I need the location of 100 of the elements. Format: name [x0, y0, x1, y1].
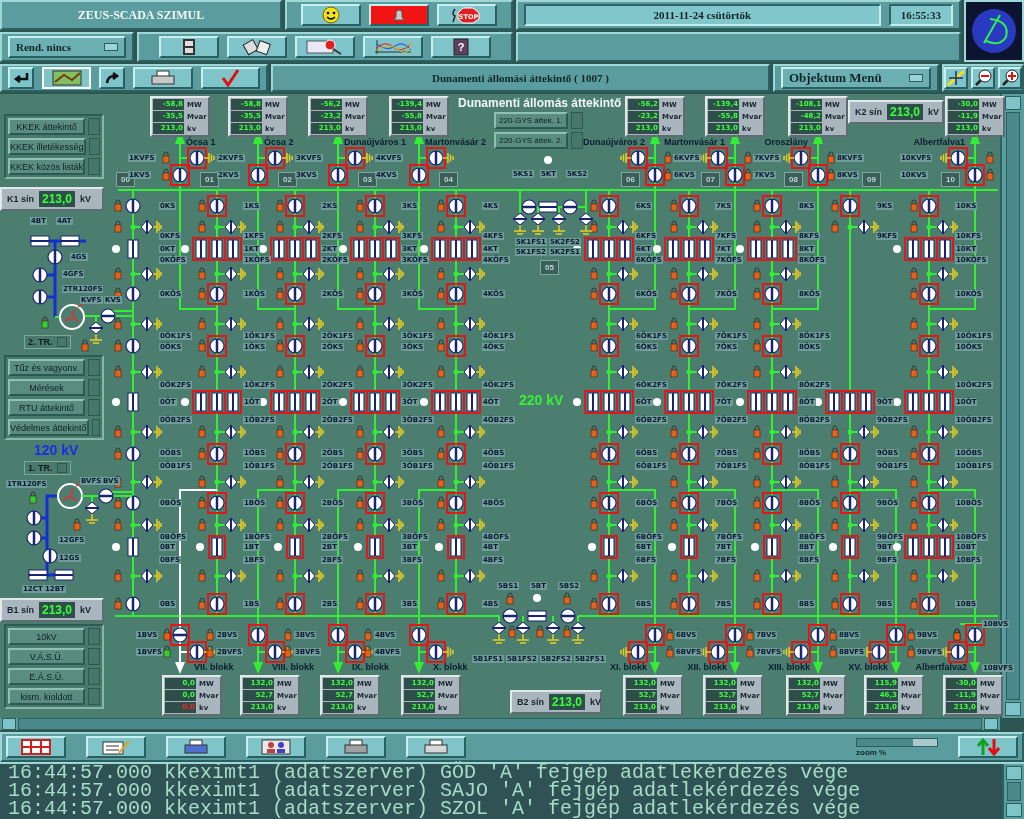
earth-switch[interactable] — [686, 568, 718, 584]
earth-switch[interactable] — [453, 364, 485, 380]
disconnector-switch[interactable] — [446, 335, 466, 357]
earth-switch[interactable] — [130, 474, 162, 490]
disconnector-switch[interactable] — [285, 443, 305, 465]
circuit-breaker[interactable] — [286, 535, 304, 559]
disconnector-switch[interactable] — [840, 443, 860, 465]
disconnector-switch[interactable] — [187, 147, 207, 169]
disconnector-switch[interactable] — [125, 198, 141, 214]
circuit-breaker[interactable] — [192, 390, 242, 414]
disconnector-switch[interactable] — [285, 492, 305, 514]
disconnector-switch[interactable] — [207, 492, 227, 514]
menu-button[interactable]: KKEK illetékesség — [8, 138, 86, 155]
earth-switch[interactable] — [372, 316, 404, 332]
earth-switch[interactable] — [686, 219, 718, 235]
cabinet-icon[interactable] — [159, 36, 219, 58]
disconnector-switch[interactable] — [919, 443, 939, 465]
disconnector-switch[interactable] — [599, 283, 619, 305]
earth-switch[interactable] — [372, 568, 404, 584]
disconnector-switch[interactable] — [599, 195, 619, 217]
circuit-breaker[interactable] — [527, 610, 547, 622]
link-button[interactable]: 220-GYS áttek. 1. — [494, 112, 568, 129]
circuit-breaker[interactable] — [447, 535, 465, 559]
earth-switch[interactable] — [214, 364, 246, 380]
disconnector-switch[interactable] — [125, 596, 141, 612]
disconnector-switch[interactable] — [285, 335, 305, 357]
disconnector-switch[interactable] — [207, 443, 227, 465]
disconnector-switch[interactable] — [32, 289, 48, 305]
disconnector-switch[interactable] — [708, 147, 728, 169]
transformer-symbol[interactable] — [57, 481, 83, 509]
disconnector-switch[interactable] — [446, 443, 466, 465]
earth-switch[interactable] — [453, 316, 485, 332]
disconnector-switch[interactable] — [446, 492, 466, 514]
earth-switch[interactable] — [606, 517, 638, 533]
disconnector-switch[interactable] — [762, 195, 782, 217]
disconnector-switch[interactable] — [207, 195, 227, 217]
disconnector-switch[interactable] — [426, 641, 446, 663]
disconnector-switch[interactable] — [679, 283, 699, 305]
earth-switch[interactable] — [606, 266, 638, 282]
disconnector-switch[interactable] — [560, 608, 576, 624]
earth-switch[interactable] — [130, 266, 162, 282]
earth-switch[interactable] — [769, 474, 801, 490]
earth-switch[interactable] — [926, 266, 958, 282]
earth-switch[interactable] — [292, 316, 324, 332]
earth-switch[interactable] — [570, 615, 586, 644]
disconnector-switch[interactable] — [708, 641, 728, 663]
disconnector-switch[interactable] — [762, 593, 782, 615]
disconnector-switch[interactable] — [791, 147, 811, 169]
earth-switch[interactable] — [214, 219, 246, 235]
disconnector-switch[interactable] — [207, 283, 227, 305]
menu-button[interactable]: 10kV — [8, 628, 85, 645]
disconnector-switch[interactable] — [725, 164, 745, 186]
smiley-icon[interactable] — [301, 4, 361, 26]
disconnector-switch[interactable] — [628, 641, 648, 663]
earth-switch[interactable] — [512, 206, 528, 235]
earth-switch[interactable] — [530, 206, 546, 235]
circuit-breaker[interactable] — [584, 390, 634, 414]
notepad-icon[interactable] — [86, 736, 146, 758]
disconnector-switch[interactable] — [679, 492, 699, 514]
circuit-breaker[interactable] — [600, 535, 618, 559]
disconnector-switch[interactable] — [965, 624, 985, 646]
vertical-scrollbar[interactable] — [1002, 764, 1024, 819]
earth-switch[interactable] — [214, 517, 246, 533]
disconnector-switch[interactable] — [919, 283, 939, 305]
earth-switch[interactable] — [578, 206, 594, 235]
earth-switch[interactable] — [926, 568, 958, 584]
earth-switch[interactable] — [606, 424, 638, 440]
disconnector-switch[interactable] — [125, 338, 141, 354]
disconnector-switch[interactable] — [840, 195, 860, 217]
cards-icon[interactable] — [227, 36, 287, 58]
earth-switch[interactable] — [926, 316, 958, 332]
circuit-breaker[interactable] — [680, 535, 698, 559]
earth-switch[interactable] — [769, 364, 801, 380]
earth-switch[interactable] — [292, 517, 324, 533]
printer-icon[interactable] — [326, 736, 386, 758]
circuit-breaker[interactable] — [127, 392, 139, 412]
circuit-breaker[interactable] — [747, 237, 797, 261]
disconnector-switch[interactable] — [502, 608, 518, 624]
circuit-breaker[interactable] — [904, 535, 954, 559]
disconnector-switch[interactable] — [248, 164, 268, 186]
disconnector-switch[interactable] — [679, 593, 699, 615]
disconnector-switch[interactable] — [409, 164, 429, 186]
circuit-breaker[interactable] — [127, 537, 139, 557]
zoom-out-icon[interactable] — [971, 67, 995, 89]
disconnector-switch[interactable] — [599, 593, 619, 615]
disconnector-switch[interactable] — [679, 335, 699, 357]
earth-switch[interactable] — [214, 266, 246, 282]
earth-switch[interactable] — [453, 266, 485, 282]
earth-switch[interactable] — [292, 568, 324, 584]
disconnector-switch[interactable] — [919, 335, 939, 357]
earth-switch[interactable] — [606, 316, 638, 332]
trend-chart-icon[interactable] — [363, 36, 423, 58]
menu-button[interactable]: V.Á.S.Ü. — [8, 648, 85, 665]
circuit-breaker[interactable] — [841, 535, 859, 559]
earth-switch[interactable] — [926, 364, 958, 380]
earth-switch[interactable] — [515, 615, 531, 644]
circuit-breaker[interactable] — [664, 390, 714, 414]
disconnector-switch[interactable] — [762, 283, 782, 305]
up-down-arrows-icon[interactable] — [958, 736, 1018, 758]
earth-switch[interactable] — [292, 474, 324, 490]
